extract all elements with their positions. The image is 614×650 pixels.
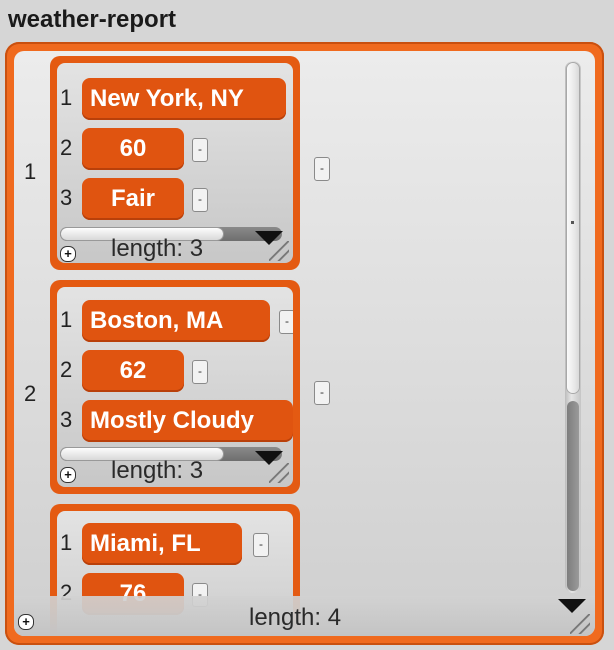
remove-item-button[interactable]: - <box>192 360 208 384</box>
item-index: 2 <box>60 357 73 382</box>
remove-item-button[interactable]: - <box>279 310 293 334</box>
sublist-1: 1 New York, NY 2 60 - 3 Fair - + length:… <box>50 56 300 270</box>
sublist-body: 1 New York, NY 2 60 - 3 Fair - + length:… <box>57 63 293 263</box>
sublist-body: 1 Boston, MA - 2 62 - 3 Mostly Cloudy + <box>57 287 293 487</box>
resize-handle-icon[interactable] <box>570 614 590 634</box>
scrollbar-grip-icon <box>571 221 574 224</box>
list-item: 2 60 - <box>57 128 293 170</box>
item-index: 1 <box>60 85 73 110</box>
item-index: 1 <box>60 307 73 332</box>
list-item: 3 Fair - <box>57 178 293 220</box>
item-index: 3 <box>60 407 73 432</box>
remove-item-button[interactable]: - <box>192 138 208 162</box>
item-value[interactable]: Miami, FL <box>82 523 242 565</box>
dropdown-arrow-icon[interactable] <box>558 599 586 613</box>
resize-handle-icon[interactable] <box>269 241 289 261</box>
remove-row-button[interactable]: - <box>314 381 330 405</box>
list-watcher-body: 1 1 New York, NY 2 60 - 3 Fair - + lengt… <box>14 51 595 636</box>
vertical-scrollbar[interactable] <box>565 61 581 593</box>
row-index: 2 <box>24 381 37 406</box>
add-row-icon[interactable]: + <box>18 614 34 630</box>
list-watcher: 1 1 New York, NY 2 60 - 3 Fair - + lengt… <box>5 42 604 645</box>
row-index: 1 <box>24 159 37 184</box>
resize-handle-icon[interactable] <box>269 463 289 483</box>
item-value[interactable]: Mostly Cloudy <box>82 400 293 442</box>
item-value[interactable]: Boston, MA <box>82 300 270 342</box>
list-item: 1 New York, NY <box>57 78 293 120</box>
item-index: 3 <box>60 185 73 210</box>
item-value[interactable]: 62 <box>82 350 184 392</box>
item-value[interactable]: Fair <box>82 178 184 220</box>
list-item: 1 Miami, FL - <box>57 523 293 565</box>
item-value[interactable]: New York, NY <box>82 78 286 120</box>
remove-row-button[interactable]: - <box>314 157 330 181</box>
list-item: 2 62 - <box>57 350 293 392</box>
remove-item-button[interactable]: - <box>192 188 208 212</box>
item-index: 2 <box>60 135 73 160</box>
watcher-title: weather-report <box>8 6 177 33</box>
length-label: length: 3 <box>111 235 204 262</box>
outer-length-label: length: 4 <box>249 604 342 631</box>
scrollbar-track-lower[interactable] <box>567 401 579 591</box>
add-item-icon[interactable]: + <box>60 467 76 483</box>
scrollbar-thumb[interactable] <box>567 63 579 393</box>
add-item-icon[interactable]: + <box>60 246 76 262</box>
remove-item-button[interactable]: - <box>253 533 269 557</box>
list-item: 3 Mostly Cloudy <box>57 400 293 442</box>
item-index: 1 <box>60 530 73 555</box>
length-label: length: 3 <box>111 457 204 484</box>
item-value[interactable]: 60 <box>82 128 184 170</box>
sublist-2: 1 Boston, MA - 2 62 - 3 Mostly Cloudy + <box>50 280 300 494</box>
list-item: 1 Boston, MA - <box>57 300 293 342</box>
